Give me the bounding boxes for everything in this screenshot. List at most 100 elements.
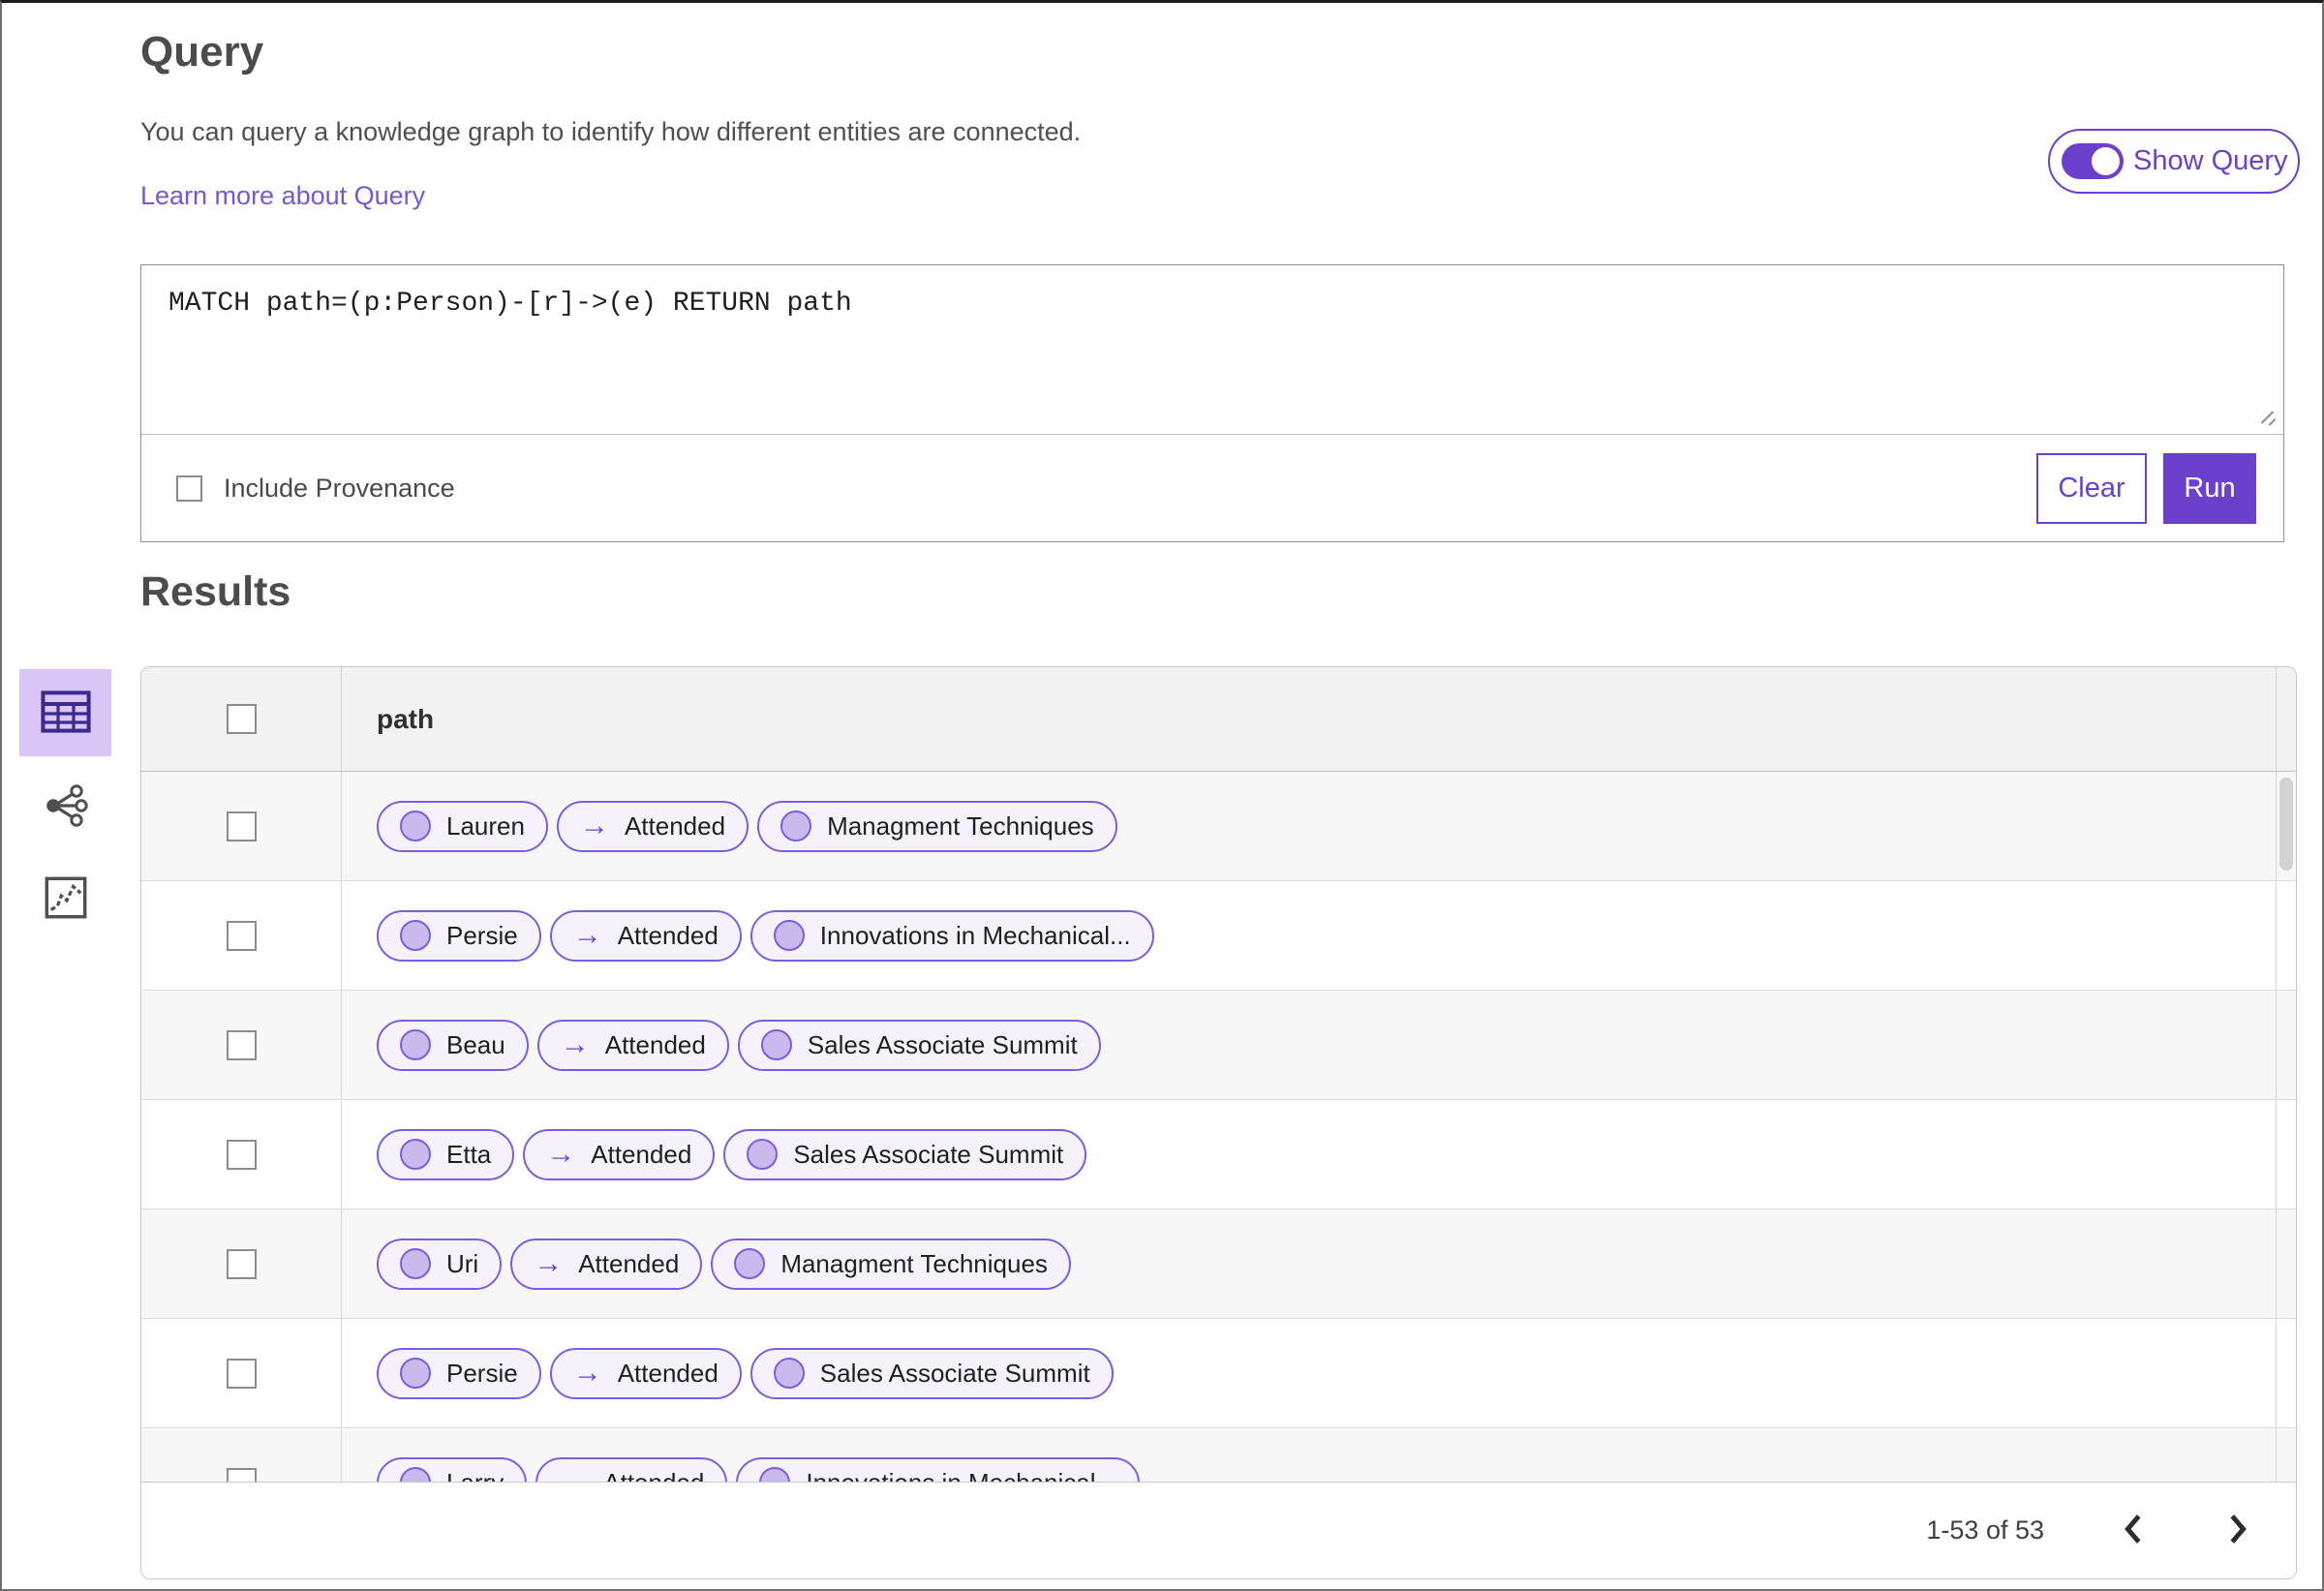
node-pill[interactable]: Etta (377, 1128, 515, 1180)
node-pill[interactable]: Persie (377, 909, 541, 962)
pagination-range-label: 1-53 of 53 (1926, 1515, 2044, 1545)
row-scroll-gutter (2277, 1100, 2296, 1209)
node-pill[interactable]: Lauren (377, 800, 548, 852)
relation-label: Attended (624, 811, 726, 841)
node-label: Lauren (446, 811, 525, 841)
row-scroll-gutter (2277, 991, 2296, 1099)
node-pill[interactable]: Persie (377, 1347, 541, 1399)
chevron-left-icon (2122, 1513, 2145, 1548)
node-label: Sales Associate Summit (807, 1029, 1078, 1059)
relation-pill[interactable]: → Attended (556, 800, 749, 852)
node-icon (400, 811, 431, 841)
relation-arrow-icon: → (546, 1138, 576, 1170)
query-input[interactable]: MATCH path=(p:Person)-[r]->(e) RETURN pa… (141, 265, 2283, 436)
table-header-row: path (141, 667, 2296, 772)
node-icon (773, 1358, 805, 1389)
toggle-knob (2092, 147, 2120, 175)
row-checkbox-cell (141, 881, 342, 990)
run-button[interactable]: Run (2163, 452, 2256, 524)
resize-grip-icon[interactable] (2257, 409, 2277, 428)
node-pill[interactable]: Sales Associate Summit (737, 1019, 1101, 1071)
network-graph-icon (43, 783, 89, 831)
row-checkbox-cell (141, 1428, 342, 1482)
table-view-button[interactable] (19, 669, 111, 756)
row-scroll-gutter (2277, 1209, 2296, 1318)
row-checkbox[interactable] (226, 1467, 257, 1482)
row-checkbox[interactable] (226, 1248, 257, 1279)
scrollbar-thumb[interactable] (2279, 778, 2293, 871)
include-provenance-label: Include Provenance (224, 473, 455, 503)
relation-arrow-icon: → (534, 1247, 564, 1279)
node-pill[interactable]: Uri (377, 1238, 503, 1290)
row-checkbox[interactable] (226, 920, 257, 951)
row-checkbox[interactable] (226, 1358, 257, 1389)
relation-pill[interactable]: → Attended (549, 1347, 742, 1399)
relation-pill[interactable]: → Attended (510, 1238, 703, 1290)
node-icon (400, 1358, 431, 1389)
table-row: Uri → Attended Managment Techniques (141, 1209, 2296, 1319)
path-cell: Uri → Attended Managment Techniques (342, 1209, 2277, 1318)
node-pill[interactable]: Larry (377, 1456, 528, 1483)
node-pill[interactable]: Innovations in Mechanical... (736, 1456, 1141, 1482)
page-description: You can query a knowledge graph to ident… (140, 117, 1082, 146)
node-label: Managment Techniques (827, 811, 1094, 841)
row-checkbox[interactable] (226, 1029, 257, 1060)
column-header-path: path (342, 667, 2277, 771)
relation-pill[interactable]: → Attended (549, 909, 742, 962)
prev-page-button[interactable] (2122, 1513, 2145, 1548)
query-actions-bar: Include Provenance Clear Run (141, 434, 2283, 541)
node-pill[interactable]: Sales Associate Summit (749, 1347, 1114, 1399)
chart-icon (45, 876, 87, 922)
node-pill[interactable]: Beau (377, 1019, 529, 1071)
node-icon (747, 1139, 779, 1170)
row-scroll-gutter (2277, 881, 2296, 990)
relation-label: Attended (578, 1248, 680, 1278)
row-checkbox[interactable] (226, 1139, 257, 1170)
relation-pill[interactable]: → Attended (536, 1019, 729, 1071)
relation-arrow-icon: → (559, 1468, 588, 1483)
select-all-cell (141, 667, 342, 771)
table-rows: Lauren → Attended Managment Techniques P… (141, 772, 2296, 1482)
chevron-right-icon (2226, 1513, 2249, 1548)
select-all-checkbox[interactable] (226, 704, 257, 734)
query-editor-panel: MATCH path=(p:Person)-[r]->(e) RETURN pa… (140, 264, 2284, 542)
node-label: Persie (446, 920, 518, 950)
path-cell: Persie → Attended Innovations in Mechani… (342, 881, 2277, 990)
network-graph-view-button[interactable] (19, 763, 111, 850)
table-icon (40, 689, 91, 736)
node-label: Larry (446, 1468, 504, 1483)
node-pill[interactable]: Managment Techniques (711, 1238, 1071, 1290)
node-icon (760, 1029, 792, 1060)
relation-arrow-icon: → (572, 919, 602, 951)
node-pill[interactable]: Managment Techniques (757, 800, 1117, 852)
row-checkbox[interactable] (226, 811, 257, 841)
query-page: Query You can query a knowledge graph to… (0, 0, 2324, 1591)
learn-more-link[interactable]: Learn more about Query (140, 181, 425, 211)
relation-label: Attended (603, 1468, 704, 1483)
row-checkbox-cell (141, 772, 342, 880)
next-page-button[interactable] (2226, 1513, 2249, 1548)
table-row: Lauren → Attended Managment Techniques (141, 772, 2296, 881)
clear-button[interactable]: Clear (2036, 452, 2147, 524)
show-query-toggle[interactable]: Show Query (2048, 129, 2300, 194)
chart-view-button[interactable] (19, 855, 111, 942)
node-icon (734, 1248, 766, 1279)
node-pill[interactable]: Innovations in Mechanical... (749, 909, 1154, 962)
row-scroll-gutter (2277, 1319, 2296, 1427)
node-label: Etta (446, 1139, 492, 1169)
relation-arrow-icon: → (572, 1357, 602, 1389)
include-provenance-checkbox[interactable] (176, 474, 202, 502)
node-icon (759, 1467, 791, 1482)
relation-pill[interactable]: → Attended (523, 1128, 716, 1180)
node-label: Sales Associate Summit (793, 1139, 1064, 1169)
path-cell: Lauren → Attended Managment Techniques (342, 772, 2277, 880)
relation-pill[interactable]: → Attended (535, 1456, 728, 1483)
node-pill[interactable]: Sales Associate Summit (723, 1128, 1087, 1180)
results-title: Results (140, 568, 291, 615)
relation-label: Attended (591, 1139, 692, 1169)
path-cell: Etta → Attended Sales Associate Summit (342, 1100, 2277, 1209)
node-label: Innovations in Mechanical... (819, 920, 1131, 950)
node-icon (780, 811, 812, 841)
node-label: Managment Techniques (780, 1248, 1048, 1278)
row-checkbox-cell (141, 1319, 342, 1427)
